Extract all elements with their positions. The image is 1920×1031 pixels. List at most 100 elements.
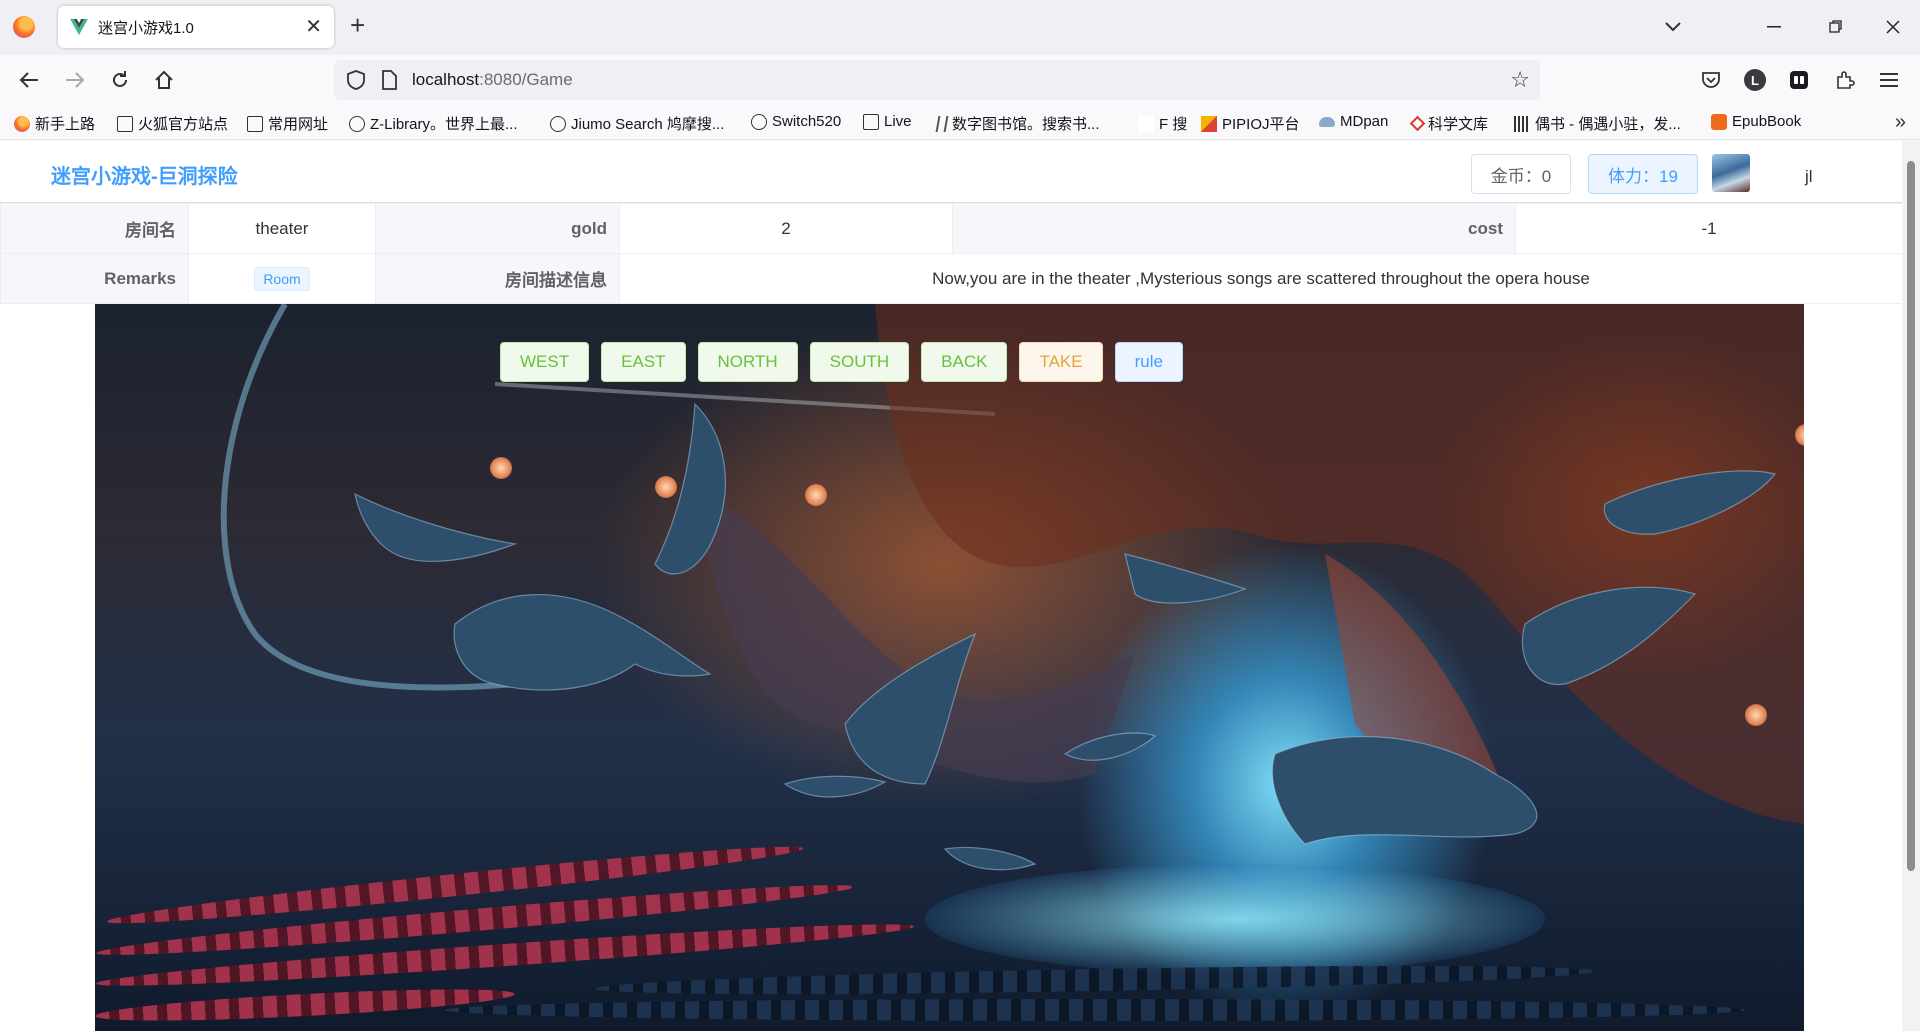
scrollbar-thumb[interactable] bbox=[1907, 161, 1915, 871]
folder-icon bbox=[117, 115, 133, 132]
barcode-icon bbox=[1514, 115, 1530, 132]
direction-buttons: WEST EAST NORTH SOUTH BACK TAKE rule bbox=[500, 342, 1183, 382]
bookmark-item[interactable]: 科学文库 bbox=[1409, 113, 1489, 134]
extensions-puzzle-icon[interactable] bbox=[1832, 67, 1858, 93]
stamina-badge[interactable]: 体力：19 bbox=[1588, 154, 1698, 194]
forward-arrow-icon[interactable] bbox=[62, 67, 88, 93]
seat-row bbox=[445, 999, 1745, 1021]
bookmark-item[interactable]: Switch520 bbox=[751, 113, 841, 130]
firefox-logo-icon[interactable] bbox=[13, 16, 35, 38]
cost-value: -1 bbox=[1515, 203, 1902, 254]
extension-dark-icon[interactable] bbox=[1786, 67, 1812, 93]
bookmark-label: Switch520 bbox=[772, 113, 842, 130]
bookmark-label: 火狐官方站点 bbox=[138, 116, 229, 133]
bookmark-item[interactable]: 常用网址 bbox=[247, 113, 328, 134]
site-title[interactable]: 迷宫小游戏-巨洞探险 bbox=[51, 160, 238, 189]
globe-icon bbox=[751, 113, 767, 130]
account-avatar-icon[interactable]: L bbox=[1742, 67, 1768, 93]
back-button[interactable]: BACK bbox=[921, 342, 1008, 382]
bookmark-label: F 搜 bbox=[1159, 116, 1188, 133]
globe-icon bbox=[349, 115, 365, 132]
bookmark-label: MDpan bbox=[1340, 113, 1389, 130]
bookmark-label: Live bbox=[884, 113, 912, 130]
bookmark-item[interactable]: EpubBook bbox=[1711, 113, 1801, 130]
table-row: Remarks Room 房间描述信息 Now,you are in the t… bbox=[0, 253, 1902, 304]
url-bar[interactable]: localhost:8080/Game ☆ bbox=[334, 60, 1540, 100]
south-button[interactable]: SOUTH bbox=[809, 342, 910, 382]
bookmark-item[interactable]: Jiumo Search 鸠摩搜... bbox=[550, 113, 724, 134]
active-tab[interactable]: 迷宫小游戏1.0 ✕ bbox=[58, 6, 334, 48]
browser-nav-bar: localhost:8080/Game ☆ L bbox=[0, 55, 1920, 105]
url-host: localhost bbox=[412, 70, 480, 89]
bookmark-item[interactable]: PIPIOJ平台 bbox=[1201, 113, 1300, 134]
remarks-label: Remarks bbox=[0, 253, 189, 304]
theater-scene-image: WEST EAST NORTH SOUTH BACK TAKE rule bbox=[95, 304, 1804, 1031]
bookmark-label: Jiumo Search 鸠摩搜... bbox=[571, 116, 725, 133]
f-logo-icon bbox=[1138, 115, 1154, 132]
remarks-cell: Room bbox=[188, 253, 376, 304]
home-icon[interactable] bbox=[151, 67, 177, 93]
bookmark-item[interactable]: F 搜 bbox=[1138, 113, 1187, 134]
bookmarks-overflow-icon[interactable]: » bbox=[1895, 111, 1906, 134]
reload-icon[interactable] bbox=[107, 67, 133, 93]
user-avatar[interactable] bbox=[1712, 154, 1750, 192]
gold-label: gold bbox=[375, 203, 620, 254]
page-icon[interactable] bbox=[380, 70, 398, 90]
room-name-label: 房间名 bbox=[0, 203, 189, 254]
user-name[interactable]: jl bbox=[1805, 167, 1813, 187]
room-tag: Room bbox=[254, 266, 310, 291]
orange-b-icon bbox=[1711, 113, 1727, 130]
north-button[interactable]: NORTH bbox=[697, 342, 798, 382]
table-row: 房间名 theater gold 2 cost -1 bbox=[0, 203, 1902, 254]
room-name-value: theater bbox=[188, 203, 376, 254]
west-button[interactable]: WEST bbox=[500, 342, 590, 382]
lamp-light bbox=[805, 484, 827, 506]
tab-close-icon[interactable]: ✕ bbox=[305, 17, 322, 37]
bookmark-item[interactable]: MDpan bbox=[1319, 113, 1388, 130]
bookmark-label: Z-Library。世界上最... bbox=[370, 116, 518, 133]
menu-hamburger-icon[interactable] bbox=[1876, 67, 1902, 93]
close-window-icon[interactable] bbox=[1870, 10, 1916, 44]
tab-list-chevron-icon[interactable] bbox=[1663, 16, 1683, 36]
bookmark-item[interactable]: 新手上路 bbox=[14, 113, 95, 134]
shield-icon[interactable] bbox=[346, 69, 366, 91]
bookmark-label: 偶书 - 偶遇小驻，发... bbox=[1535, 116, 1681, 133]
app-header: 迷宫小游戏-巨洞探险 金币：0 体力：19 jl bbox=[0, 141, 1902, 203]
east-button[interactable]: EAST bbox=[601, 342, 686, 382]
room-info-table: 房间名 theater gold 2 cost -1 Remarks Room … bbox=[0, 203, 1902, 304]
bookmark-item[interactable]: 火狐官方站点 bbox=[117, 113, 228, 134]
room-desc-value: Now,you are in the theater ,Mysterious s… bbox=[619, 253, 1902, 304]
bookmark-label: PIPIOJ平台 bbox=[1222, 116, 1300, 133]
url-text[interactable]: localhost:8080/Game bbox=[412, 70, 573, 90]
back-arrow-icon[interactable] bbox=[16, 67, 42, 93]
rule-button[interactable]: rule bbox=[1114, 342, 1183, 382]
bookmarks-bar: 新手上路 火狐官方站点 常用网址 Z-Library。世界上最... Jiumo Sea… bbox=[0, 105, 1920, 140]
bookmark-item[interactable]: Live bbox=[863, 113, 912, 130]
lamp-light bbox=[1745, 704, 1767, 726]
bookmark-item[interactable]: Z-Library。世界上最... bbox=[349, 113, 518, 134]
bookmark-star-icon[interactable]: ☆ bbox=[1510, 67, 1530, 93]
stage-glow bbox=[925, 864, 1545, 974]
cloud-icon bbox=[1319, 116, 1335, 127]
take-button[interactable]: TAKE bbox=[1019, 342, 1103, 382]
bookmark-label: 数字图书馆。搜索书... bbox=[952, 116, 1100, 133]
vue-logo-icon bbox=[70, 19, 88, 35]
firefox-icon bbox=[14, 115, 30, 132]
bookmark-label: 常用网址 bbox=[268, 116, 329, 133]
globe-icon bbox=[550, 115, 566, 132]
tab-title: 迷宫小游戏1.0 bbox=[98, 19, 194, 37]
gold-badge[interactable]: 金币：0 bbox=[1471, 154, 1571, 194]
bookmark-label: 科学文库 bbox=[1428, 116, 1489, 133]
minimize-icon[interactable] bbox=[1751, 10, 1797, 44]
y-logo-icon bbox=[935, 115, 949, 132]
pocket-icon[interactable] bbox=[1698, 67, 1724, 93]
page-content: 迷宫小游戏-巨洞探险 金币：0 体力：19 jl 房间名 theater gol… bbox=[0, 141, 1902, 1031]
restore-icon[interactable] bbox=[1813, 10, 1859, 44]
bookmark-item[interactable]: 数字图书馆。搜索书... bbox=[935, 113, 1100, 134]
new-tab-button[interactable]: + bbox=[350, 12, 365, 38]
page-scrollbar[interactable] bbox=[1902, 141, 1920, 1031]
room-desc-label: 房间描述信息 bbox=[375, 253, 620, 304]
url-path: :8080/Game bbox=[479, 70, 573, 89]
bookmark-item[interactable]: 偶书 - 偶遇小驻，发... bbox=[1514, 113, 1681, 134]
colorful-square-icon bbox=[1201, 115, 1217, 132]
